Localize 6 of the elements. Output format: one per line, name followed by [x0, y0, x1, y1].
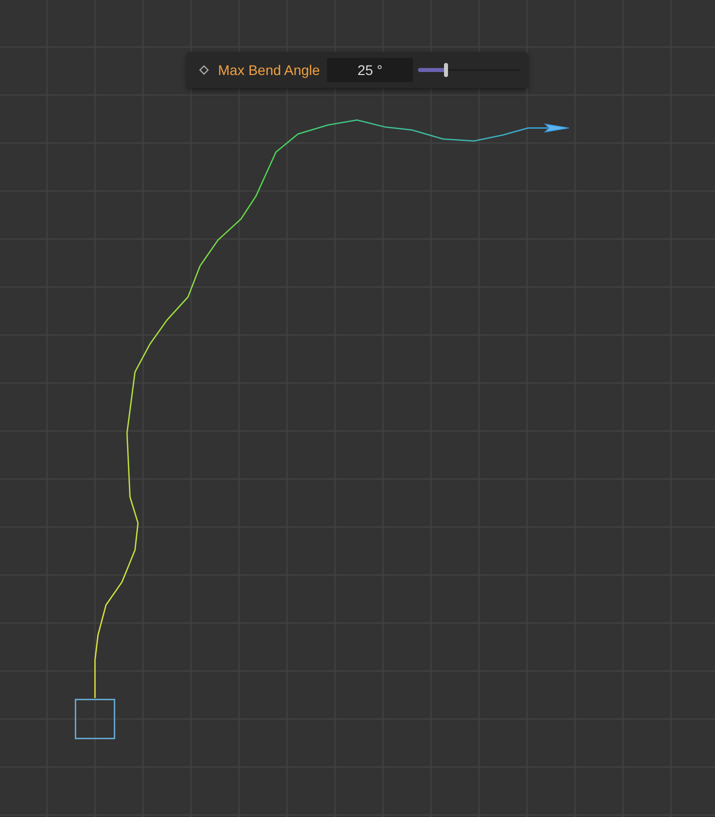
value-field[interactable]: 25 ° [326, 58, 413, 82]
slider-thumb[interactable] [444, 63, 448, 77]
parameter-label: Max Bend Angle [218, 62, 320, 78]
arrow-head-icon[interactable] [544, 123, 570, 133]
square-node[interactable] [74, 698, 116, 740]
keyframe-diamond-icon[interactable] [199, 65, 209, 75]
